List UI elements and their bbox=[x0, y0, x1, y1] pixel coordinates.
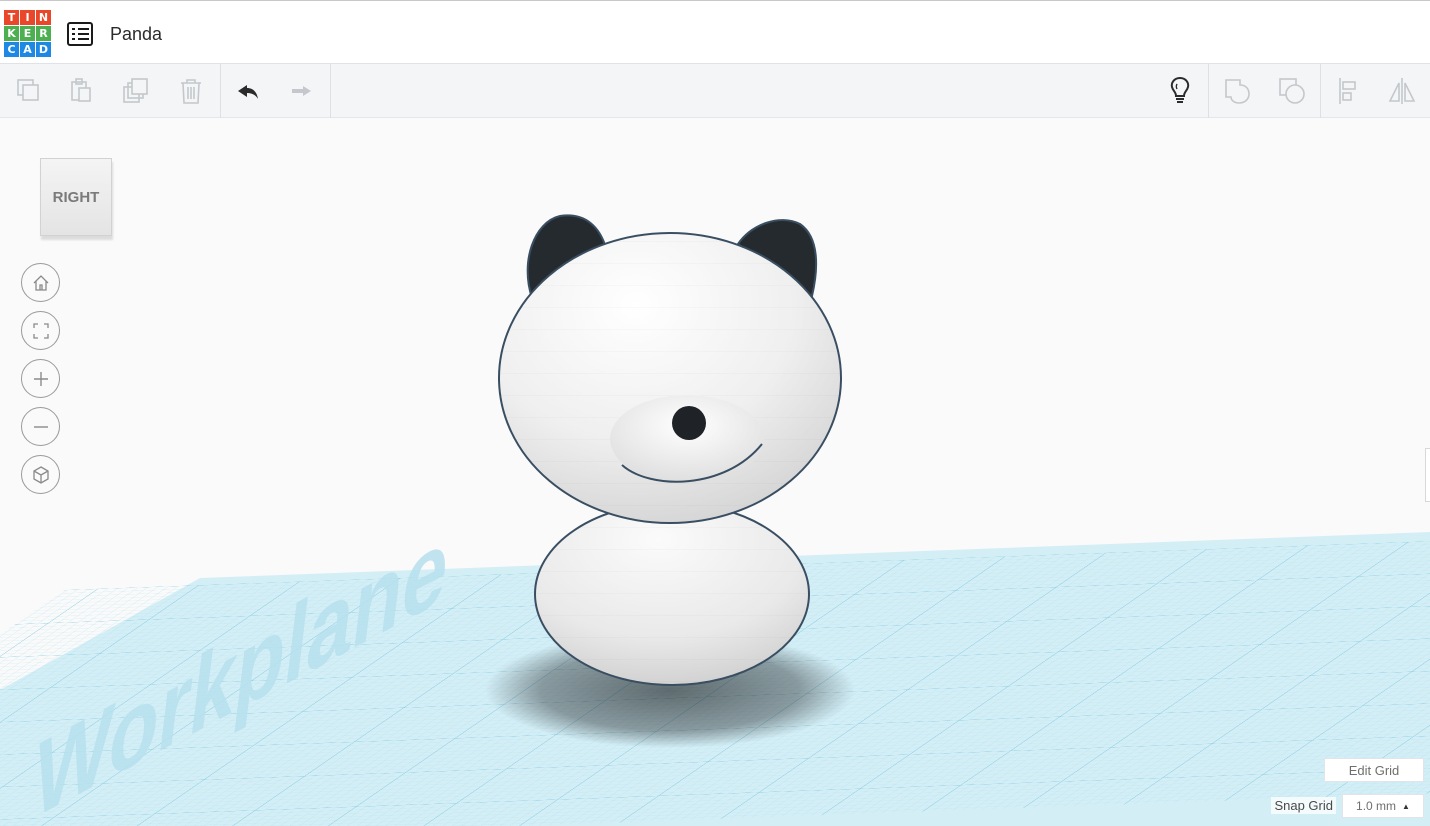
zoom-out-icon bbox=[33, 425, 48, 428]
snap-grid-label: Snap Grid bbox=[1271, 797, 1336, 814]
fit-view-icon bbox=[32, 322, 49, 339]
ortho-view-icon bbox=[32, 465, 49, 484]
delete-icon bbox=[181, 79, 201, 104]
redo-icon bbox=[292, 86, 311, 96]
undo-icon bbox=[238, 85, 258, 99]
logo-tile: R bbox=[36, 26, 51, 41]
duplicate-icon bbox=[123, 78, 148, 103]
snap-grid-value: 1.0 mm bbox=[1356, 799, 1397, 813]
copy-button[interactable] bbox=[9, 72, 47, 110]
view-cube[interactable]: RIGHT bbox=[40, 158, 112, 236]
logo-tile: D bbox=[36, 42, 51, 57]
ortho-view-button[interactable] bbox=[21, 455, 60, 494]
top-bar: TIN KER CAD Panda bbox=[0, 0, 1430, 64]
logo-tile: A bbox=[20, 42, 35, 57]
fit-view-button[interactable] bbox=[21, 311, 60, 350]
undo-button[interactable] bbox=[229, 72, 267, 110]
panda-nose[interactable] bbox=[672, 406, 706, 440]
show-all-button[interactable] bbox=[1218, 72, 1256, 110]
logo-tile: T bbox=[4, 10, 19, 25]
mirror-button[interactable] bbox=[1383, 72, 1421, 110]
logo-tile: N bbox=[36, 10, 51, 25]
logo-tile: I bbox=[20, 10, 35, 25]
hide-button[interactable] bbox=[1273, 72, 1311, 110]
logo-tile: E bbox=[20, 26, 35, 41]
notes-button[interactable] bbox=[1161, 72, 1199, 110]
edit-grid-button[interactable]: Edit Grid bbox=[1324, 758, 1424, 782]
caret-up-icon: ▲ bbox=[1402, 801, 1410, 811]
duplicate-button[interactable] bbox=[117, 72, 155, 110]
toolbar-divider bbox=[330, 64, 331, 118]
home-view-icon bbox=[33, 274, 48, 291]
workplane-scene[interactable]: Workplane bbox=[0, 118, 1430, 826]
snap-grid-select[interactable]: 1.0 mm ▲ bbox=[1342, 794, 1424, 818]
panda-body[interactable] bbox=[534, 502, 810, 686]
tinkercad-logo[interactable]: TIN KER CAD bbox=[4, 10, 52, 60]
shape-hide-icon bbox=[1279, 78, 1305, 104]
align-button[interactable] bbox=[1329, 72, 1367, 110]
copy-icon bbox=[17, 79, 39, 101]
paste-icon bbox=[71, 78, 91, 102]
shape-show-icon bbox=[1225, 79, 1250, 104]
toolbar-divider bbox=[1208, 64, 1209, 118]
home-view-button[interactable] bbox=[21, 263, 60, 302]
toolbar-divider bbox=[1320, 64, 1321, 118]
zoom-in-button[interactable] bbox=[21, 359, 60, 398]
design-menu-button[interactable] bbox=[67, 22, 93, 46]
logo-tile: K bbox=[4, 26, 19, 41]
paste-button[interactable] bbox=[62, 72, 100, 110]
project-title[interactable]: Panda bbox=[110, 24, 162, 45]
toolbar-divider bbox=[220, 64, 221, 118]
edit-toolbar bbox=[0, 64, 1430, 118]
zoom-out-button[interactable] bbox=[21, 407, 60, 446]
redo-button[interactable] bbox=[282, 72, 320, 110]
logo-tile: C bbox=[4, 42, 19, 57]
zoom-in-icon bbox=[33, 371, 48, 386]
3d-viewport[interactable]: Workplane RIGHT Edit Grid Snap Grid 1.0 … bbox=[0, 118, 1430, 826]
align-icon bbox=[1339, 78, 1356, 104]
mirror-icon bbox=[1388, 78, 1416, 104]
delete-button[interactable] bbox=[172, 72, 210, 110]
panda-model[interactable] bbox=[498, 214, 842, 686]
lightbulb-icon bbox=[1170, 76, 1190, 103]
panel-collapse-tab[interactable] bbox=[1425, 448, 1430, 502]
